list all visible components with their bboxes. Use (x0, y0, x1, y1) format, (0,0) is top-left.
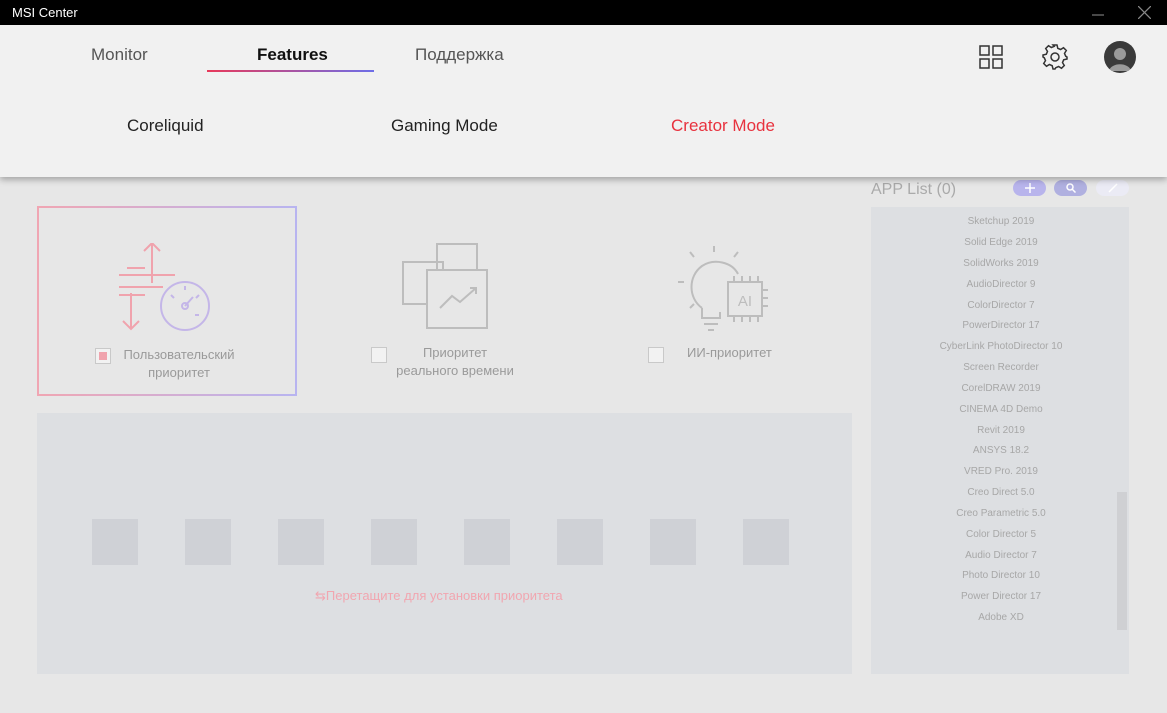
app-list-item[interactable]: Sketchup 2019 (871, 216, 1131, 227)
drag-arrows-icon: ⇆ (315, 588, 326, 603)
priority-drop-area[interactable]: ⇆Перетащите для установки приоритета (37, 413, 852, 674)
subtab-creator-mode[interactable]: Creator Mode (671, 116, 775, 136)
mode-label-custom: Пользовательский приоритет (123, 347, 235, 380)
mode-card-custom-priority[interactable]: Пользовательский приоритет (37, 206, 297, 396)
mode-label-realtime: Приоритет реального времени (396, 345, 514, 378)
subtab-coreliquid[interactable]: Coreliquid (127, 116, 204, 136)
windows-chart-icon (402, 243, 488, 329)
minimize-button[interactable] (1078, 0, 1118, 25)
add-app-button[interactable] (1013, 180, 1046, 196)
profile-button[interactable] (1104, 41, 1136, 73)
app-list-panel[interactable]: Sketchup 2019 Solid Edge 2019 SolidWorks… (871, 207, 1129, 674)
priority-slot[interactable] (185, 519, 231, 565)
priority-gauge-icon (119, 243, 210, 331)
app-list-item[interactable]: AudioDirector 9 (871, 279, 1131, 290)
app-list-item[interactable]: Photo Director 10 (871, 570, 1131, 581)
app-list-item[interactable]: SolidWorks 2019 (871, 258, 1131, 269)
app-list-item[interactable]: Revit 2019 (871, 425, 1131, 436)
app-list-item[interactable]: CINEMA 4D Demo (871, 404, 1131, 415)
tab-features[interactable]: Features (257, 45, 328, 65)
app-list-item[interactable]: ANSYS 18.2 (871, 445, 1131, 456)
custom-priority-checkbox[interactable] (95, 348, 111, 364)
priority-slot[interactable] (92, 519, 138, 565)
priority-slot[interactable] (464, 519, 510, 565)
app-list-item[interactable]: Creo Direct 5.0 (871, 487, 1131, 498)
drag-hint-text: Перетащите для установки приоритета (325, 588, 563, 603)
app-list-item[interactable]: CyberLink PhotoDirector 10 (871, 341, 1131, 352)
tab-monitor[interactable]: Monitor (91, 45, 148, 65)
settings-button[interactable] (1039, 41, 1071, 73)
subtab-gaming-mode[interactable]: Gaming Mode (391, 116, 498, 136)
app-list-item[interactable]: Solid Edge 2019 (871, 237, 1131, 248)
ai-priority-checkbox[interactable] (648, 347, 664, 363)
edit-app-button[interactable] (1096, 180, 1129, 196)
app-list-item[interactable]: Audio Director 7 (871, 550, 1131, 561)
app-list-item[interactable]: Power Director 17 (871, 591, 1131, 602)
title-bar: MSI Center (0, 0, 1167, 25)
app-list-item[interactable]: PowerDirector 17 (871, 320, 1131, 331)
mode-card-ai-priority[interactable]: AI ИИ-приоритет (602, 206, 862, 396)
ai-chip-label: AI (738, 293, 752, 310)
gear-icon (1042, 44, 1068, 70)
app-list-item[interactable]: Adobe XD (871, 612, 1131, 623)
priority-slot[interactable] (743, 519, 789, 565)
app-list-scrollbar[interactable] (1117, 492, 1127, 630)
app-list-item[interactable]: VRED Pro. 2019 (871, 466, 1131, 477)
window-title: MSI Center (12, 5, 78, 20)
priority-slot[interactable] (557, 519, 603, 565)
app-list-title: APP List (0) (871, 181, 957, 198)
app-list-item[interactable]: Color Director 5 (871, 529, 1131, 540)
priority-slot[interactable] (278, 519, 324, 565)
drag-hint: ⇆Перетащите для установки приоритета (315, 588, 563, 604)
ai-bulb-icon: AI (678, 246, 768, 331)
app-list-item[interactable]: Creo Parametric 5.0 (871, 508, 1131, 519)
mode-card-realtime-priority[interactable]: Приоритет реального времени (325, 206, 585, 396)
tab-support[interactable]: Поддержка (415, 45, 504, 65)
avatar-icon (1109, 48, 1131, 71)
priority-slot[interactable] (371, 519, 417, 565)
search-app-button[interactable] (1054, 180, 1087, 196)
search-icon (1065, 183, 1076, 193)
app-list-item[interactable]: ColorDirector 7 (871, 300, 1131, 311)
priority-slot[interactable] (650, 519, 696, 565)
app-list-item[interactable]: Screen Recorder (871, 362, 1131, 373)
realtime-priority-checkbox[interactable] (371, 347, 387, 363)
active-tab-underline (207, 70, 374, 72)
minimize-icon (1092, 13, 1104, 16)
grid-icon (979, 45, 1003, 69)
close-button[interactable] (1124, 0, 1164, 25)
close-icon (1137, 6, 1151, 19)
plus-icon (1024, 183, 1035, 193)
apps-grid-button[interactable] (975, 41, 1007, 73)
pencil-icon (1107, 183, 1118, 193)
mode-label-ai: ИИ-приоритет (687, 345, 772, 360)
app-list-item[interactable]: CorelDRAW 2019 (871, 383, 1131, 394)
top-nav-panel: Monitor Features Поддержка Coreliquid Ga… (0, 25, 1167, 177)
